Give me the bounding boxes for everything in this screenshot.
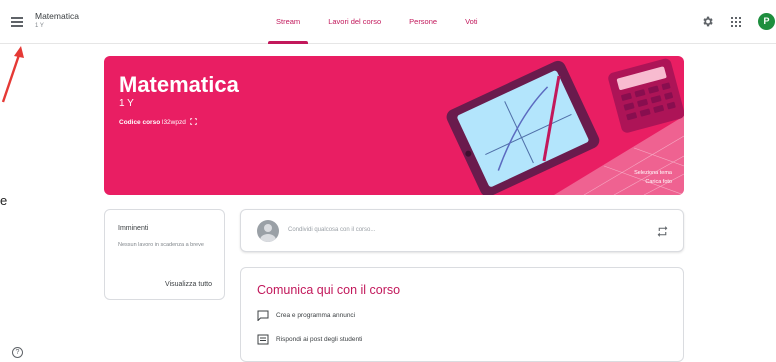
menu-icon[interactable]: [11, 17, 23, 27]
tab-people[interactable]: Persone: [395, 0, 451, 44]
banner-links: Seleziona tema Carica foto: [634, 169, 672, 187]
repost-icon[interactable]: [656, 225, 669, 238]
select-theme-link[interactable]: Seleziona tema: [634, 169, 672, 178]
upcoming-card: Imminenti Nessun lavoro in scadenza a br…: [104, 209, 225, 300]
reply-icon: [257, 334, 269, 344]
help-icon[interactable]: ?: [12, 347, 23, 358]
share-box[interactable]: Condividi qualcosa con il corso...: [240, 209, 684, 252]
announcement-icon: [257, 310, 269, 321]
communicate-title: Comunica qui con il corso: [257, 283, 401, 297]
class-code-value: l32wpzd: [162, 119, 186, 126]
share-input[interactable]: Condividi qualcosa con il corso...: [288, 227, 375, 233]
create-announcement-label: Crea e programma annunci: [276, 311, 356, 319]
upcoming-title: Imminenti: [118, 225, 149, 232]
user-avatar: [257, 220, 279, 242]
view-all-link[interactable]: Visualizza tutto: [165, 281, 212, 288]
reply-posts-item[interactable]: Rispondi ai post degli studenti: [257, 332, 362, 346]
avatar[interactable]: P: [758, 13, 775, 30]
banner-title: Matematica: [119, 72, 239, 97]
class-section: 1 Y: [35, 23, 44, 29]
class-banner: Matematica 1 Y Codice corso l32wpzd Sele…: [104, 56, 684, 195]
class-code: Codice corso l32wpzd: [119, 118, 197, 126]
tab-bar: Stream Lavori del corso Persone Voti: [262, 0, 492, 44]
class-code-label: Codice corso: [119, 119, 161, 126]
apps-grid-icon[interactable]: [731, 17, 741, 27]
reply-posts-label: Rispondi ai post degli studenti: [276, 335, 363, 343]
communicate-card: Comunica qui con il corso Crea e program…: [240, 267, 684, 362]
fullscreen-icon[interactable]: [189, 118, 197, 125]
edge-text: e: [0, 193, 8, 208]
tab-stream[interactable]: Stream: [262, 0, 314, 44]
tab-grades[interactable]: Voti: [451, 0, 492, 44]
upcoming-text: Nessun lavoro in scadenza a breve: [118, 242, 204, 248]
annotation-arrow: [1, 46, 24, 103]
create-announcement-item[interactable]: Crea e programma annunci: [257, 308, 355, 322]
tab-classwork[interactable]: Lavori del corso: [314, 0, 395, 44]
class-title[interactable]: Matematica: [35, 11, 79, 21]
upload-photo-link[interactable]: Carica foto: [634, 178, 672, 187]
banner-section: 1 Y: [119, 98, 134, 109]
top-bar: Matematica 1 Y Stream Lavori del corso P…: [0, 0, 776, 44]
gear-icon[interactable]: [701, 15, 714, 28]
